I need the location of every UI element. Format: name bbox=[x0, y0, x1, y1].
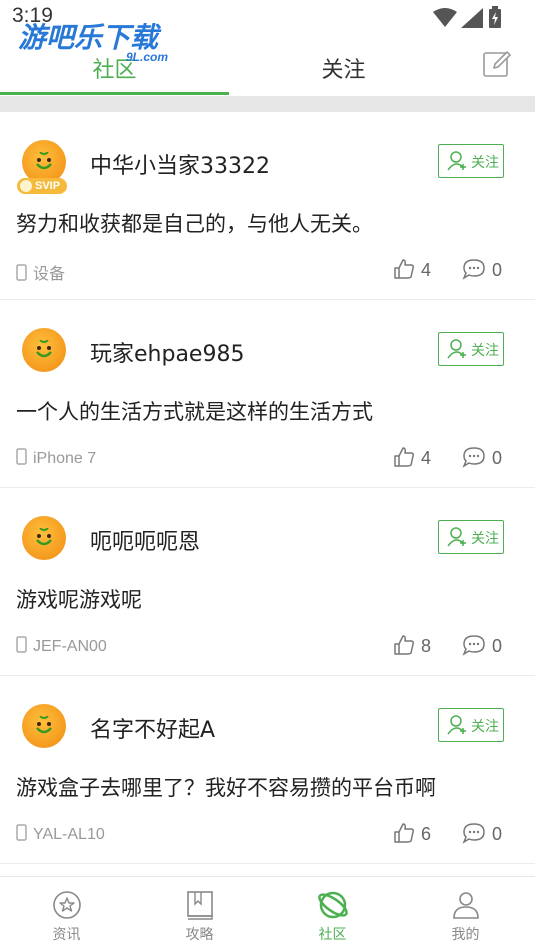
avatar[interactable] bbox=[22, 328, 66, 372]
user-icon bbox=[452, 892, 479, 919]
nav-label: 攻略 bbox=[185, 927, 214, 943]
like-count: 8 bbox=[421, 636, 432, 656]
wifi-icon bbox=[433, 8, 457, 27]
add-user-icon bbox=[447, 527, 466, 547]
device-name: iPhone 7 bbox=[33, 450, 97, 467]
post-item[interactable]: SVIP 中华小当家33322 关注 努力和收获都是自己的，与他人无关。 设备 … bbox=[0, 112, 535, 300]
tab-follow[interactable]: 关注 bbox=[229, 52, 458, 84]
like-button[interactable]: 4 bbox=[393, 258, 431, 281]
comment-icon bbox=[462, 259, 485, 280]
comment-count: 0 bbox=[492, 824, 503, 844]
device-name: YAL-AL10 bbox=[33, 826, 105, 843]
vip-badge: SVIP bbox=[17, 178, 68, 194]
follow-label: 关注 bbox=[471, 531, 499, 547]
comment-icon bbox=[462, 823, 485, 844]
follow-label: 关注 bbox=[471, 343, 499, 359]
like-count: 4 bbox=[421, 448, 432, 468]
device-name: JEF-AN00 bbox=[33, 638, 107, 655]
orange-mascot-icon bbox=[36, 340, 52, 358]
nav-item-community[interactable]: 社区 bbox=[266, 877, 399, 952]
nav-label: 我的 bbox=[451, 927, 480, 943]
watermark-subtext: 9L.com bbox=[126, 50, 169, 64]
post-text: 努力和收获都是自己的，与他人无关。 bbox=[16, 212, 373, 236]
comment-count: 0 bbox=[492, 260, 503, 280]
signal-icon bbox=[461, 8, 483, 28]
add-user-icon bbox=[447, 715, 466, 735]
compose-button[interactable] bbox=[481, 48, 513, 80]
book-icon bbox=[186, 891, 213, 920]
post-item[interactable]: 呃呃呃呃恩 关注 游戏呢游戏呢 JEF-AN00 8 0 bbox=[0, 488, 535, 676]
like-button[interactable]: 4 bbox=[393, 446, 431, 469]
follow-label: 关注 bbox=[471, 155, 499, 171]
follow-button[interactable]: 关注 bbox=[438, 708, 504, 742]
like-button[interactable]: 6 bbox=[393, 822, 431, 845]
crown-icon bbox=[20, 180, 32, 192]
battery-icon bbox=[489, 6, 501, 28]
section-divider bbox=[0, 96, 535, 112]
nav-item-news[interactable]: 资讯 bbox=[0, 877, 133, 952]
phone-icon bbox=[16, 824, 27, 841]
nav-item-guides[interactable]: 攻略 bbox=[133, 877, 266, 952]
tab-active-indicator bbox=[0, 92, 229, 95]
nav-item-mine[interactable]: 我的 bbox=[399, 877, 532, 952]
post-text: 游戏盒子去哪里了？我好不容易攒的平台币啊 bbox=[16, 776, 436, 800]
orange-mascot-icon bbox=[36, 152, 52, 170]
follow-button[interactable]: 关注 bbox=[438, 332, 504, 366]
comment-count: 0 bbox=[492, 448, 503, 468]
nav-label: 资讯 bbox=[52, 927, 81, 943]
orange-mascot-icon bbox=[36, 528, 52, 546]
planet-icon bbox=[317, 891, 348, 919]
post-text: 一个人的生活方式就是这样的生活方式 bbox=[16, 400, 373, 424]
phone-icon bbox=[16, 448, 27, 465]
post-feed: SVIP 中华小当家33322 关注 努力和收获都是自己的，与他人无关。 设备 … bbox=[0, 112, 535, 864]
device-info: YAL-AL10 bbox=[16, 824, 105, 844]
comment-icon bbox=[462, 447, 485, 468]
thumbs-up-icon bbox=[394, 635, 415, 655]
like-button[interactable]: 8 bbox=[393, 634, 431, 657]
nav-label: 社区 bbox=[318, 927, 347, 943]
avatar[interactable] bbox=[22, 704, 66, 748]
comment-count: 0 bbox=[492, 636, 503, 656]
thumbs-up-icon bbox=[394, 259, 415, 279]
follow-button[interactable]: 关注 bbox=[438, 144, 504, 178]
add-user-icon bbox=[447, 151, 466, 171]
username[interactable]: 呃呃呃呃恩 bbox=[90, 524, 200, 556]
avatar[interactable] bbox=[22, 516, 66, 560]
orange-mascot-icon bbox=[36, 716, 52, 734]
add-user-icon bbox=[447, 339, 466, 359]
post-text: 游戏呢游戏呢 bbox=[16, 588, 142, 612]
like-count: 4 bbox=[421, 260, 432, 280]
username[interactable]: 名字不好起A bbox=[90, 712, 215, 744]
device-info: iPhone 7 bbox=[16, 448, 96, 468]
comment-button[interactable]: 0 bbox=[462, 822, 502, 845]
post-item[interactable]: 名字不好起A 关注 游戏盒子去哪里了？我好不容易攒的平台币啊 YAL-AL10 … bbox=[0, 676, 535, 864]
post-item[interactable]: 玩家ehpae985 关注 一个人的生活方式就是这样的生活方式 iPhone 7… bbox=[0, 300, 535, 488]
comment-button[interactable]: 0 bbox=[462, 446, 502, 469]
vip-label: SVIP bbox=[35, 180, 61, 192]
device-info: 设备 bbox=[16, 260, 65, 284]
phone-icon bbox=[16, 636, 27, 653]
like-count: 6 bbox=[421, 824, 432, 844]
tab-community[interactable]: 社区 bbox=[0, 52, 229, 84]
device-name: 设备 bbox=[33, 266, 66, 283]
comment-button[interactable]: 0 bbox=[462, 258, 502, 281]
follow-button[interactable]: 关注 bbox=[438, 520, 504, 554]
thumbs-up-icon bbox=[394, 823, 415, 843]
thumbs-up-icon bbox=[394, 447, 415, 467]
star-circle-icon bbox=[52, 891, 81, 919]
bottom-nav: 资讯 攻略 社区 我的 bbox=[0, 876, 535, 952]
username[interactable]: 中华小当家33322 bbox=[90, 148, 270, 180]
username[interactable]: 玩家ehpae985 bbox=[90, 336, 244, 368]
follow-label: 关注 bbox=[471, 719, 499, 735]
comment-button[interactable]: 0 bbox=[462, 634, 502, 657]
phone-icon bbox=[16, 264, 27, 281]
device-info: JEF-AN00 bbox=[16, 636, 107, 656]
edit-icon bbox=[483, 51, 511, 77]
comment-icon bbox=[462, 635, 485, 656]
